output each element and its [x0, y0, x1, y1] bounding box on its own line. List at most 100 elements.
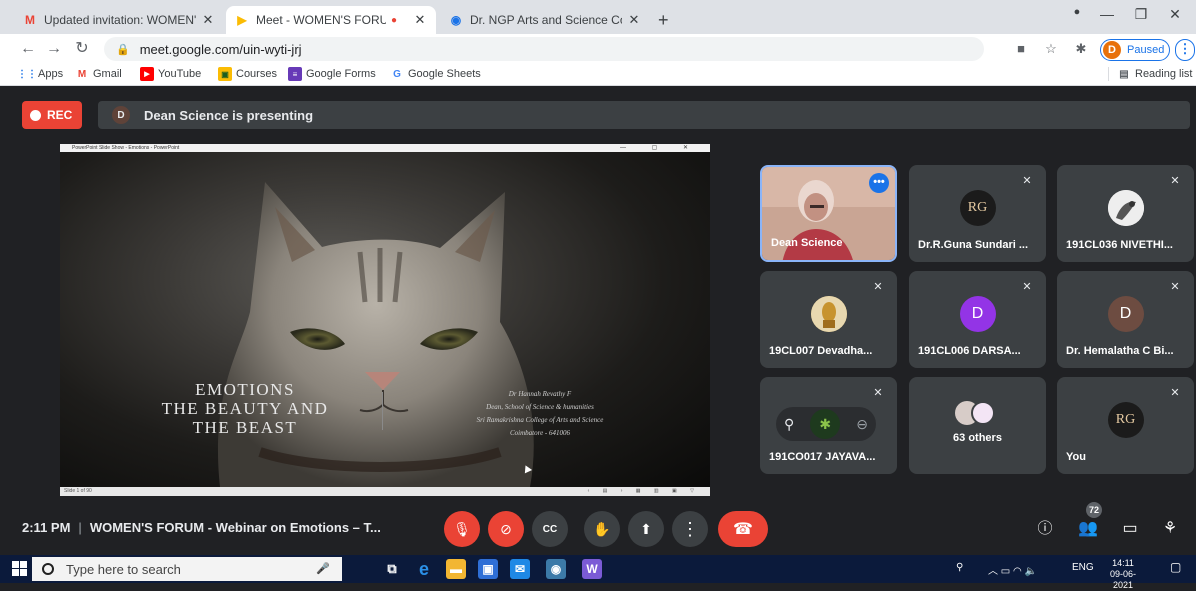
participant-name: Dr.R.Guna Sundari ...: [918, 239, 1029, 251]
participant-tile-you[interactable]: ✕ RG You: [1057, 377, 1194, 474]
bookmark-label: Google Forms: [306, 68, 376, 80]
restore-button[interactable]: ❐: [1124, 6, 1158, 28]
tab-strip: M Updated invitation: WOMEN'S FC ✕ ▶ Mee…: [0, 0, 1196, 34]
participant-count-badge: 72: [1086, 502, 1102, 518]
reload-icon[interactable]: ↻: [72, 39, 92, 59]
apps-icon: ⋮⋮: [17, 68, 37, 80]
reading-list-icon: ▤: [1119, 68, 1129, 80]
mic-off-icon: ✕: [873, 387, 883, 399]
mic-off-icon: ✕: [1170, 281, 1180, 293]
tile-hover-controls: ⚲ ✱ ⊖: [776, 407, 876, 441]
slide-title-line: THE BEAUTY AND: [161, 399, 329, 418]
url-input[interactable]: 🔒 meet.google.com/uin-wyti-jrj: [104, 37, 984, 61]
store-icon[interactable]: ▣: [478, 559, 498, 579]
close-tab-icon[interactable]: ✕: [412, 12, 428, 28]
reading-list-button[interactable]: ▤ Reading list: [1108, 67, 1192, 81]
close-window-button[interactable]: ✕: [1158, 6, 1192, 28]
new-tab-button[interactable]: +: [654, 6, 678, 34]
edge-icon[interactable]: e: [414, 559, 434, 579]
pin-icon[interactable]: ⚲: [784, 416, 794, 433]
mic-toggle-button[interactable]: 🎙: [444, 511, 480, 547]
avatar-photo: [1107, 189, 1144, 226]
raise-hand-button[interactable]: ✋: [584, 511, 620, 547]
others-count: 63 others: [953, 432, 1002, 444]
bookmark-courses[interactable]: ▣ Courses: [218, 67, 277, 81]
chat-icon: ▭: [1122, 520, 1138, 537]
people-tray-icon[interactable]: ⚲: [956, 562, 963, 573]
app-icon[interactable]: W: [582, 559, 602, 579]
people-button[interactable]: 👥: [1076, 517, 1100, 541]
participant-tile-nivethi[interactable]: ✕ 191CL036 NIVETHI...: [1057, 165, 1194, 262]
profile-icon[interactable]: ●: [1060, 6, 1094, 28]
meeting-details-button[interactable]: ⓘ: [1033, 517, 1057, 541]
avatar-photo: ✱: [810, 409, 841, 439]
file-explorer-icon[interactable]: ▬: [446, 559, 466, 579]
participant-name: 19CL007 Devadha...: [769, 345, 873, 357]
ppt-view-icons: ‹ ▤ › ▦ ▥ ▣ ▽: [587, 488, 700, 494]
shared-screen: PowerPoint Slide Show - Emotions - Power…: [60, 144, 710, 496]
activities-button[interactable]: ⚘: [1158, 517, 1182, 541]
participant-tile-hemalatha[interactable]: ✕ D Dr. Hemalatha C Bi...: [1057, 271, 1194, 368]
avatar: D: [1103, 41, 1121, 59]
tab-title: Meet - WOMEN'S FORUM -: [256, 13, 386, 27]
participant-tile-guna-sundari[interactable]: ✕ RG Dr.R.Guna Sundari ...: [909, 165, 1046, 262]
forward-icon[interactable]: →: [44, 39, 64, 59]
browser-menu-icon[interactable]: ⋮: [1175, 39, 1195, 61]
avatar: D: [959, 295, 996, 332]
extensions-icon[interactable]: ✱: [1072, 41, 1090, 59]
tab-meet[interactable]: ▶ Meet - WOMEN'S FORUM - ● ✕: [226, 6, 436, 34]
credit-line: Dean, School of Science & humanities: [486, 403, 594, 411]
recording-indicator[interactable]: REC: [22, 101, 82, 129]
presenting-text: Dean Science is presenting: [144, 107, 314, 123]
star-icon[interactable]: ☆: [1042, 41, 1060, 59]
avatar: D: [1107, 295, 1144, 332]
remove-icon[interactable]: ⊖: [856, 416, 868, 433]
chat-button[interactable]: ▭: [1118, 517, 1142, 541]
taskbar-clock[interactable]: 14:11 09-06-2021: [1100, 558, 1146, 591]
mic-off-icon: 🎙: [453, 520, 471, 537]
participant-tile-darsa[interactable]: ✕ D 191CL006 DARSA...: [909, 271, 1046, 368]
close-tab-icon[interactable]: ✕: [200, 12, 216, 28]
slide-title-line: EMOTIONS: [195, 380, 295, 399]
meet-icon: ▶: [237, 13, 247, 27]
language-indicator[interactable]: ENG: [1072, 562, 1094, 573]
participant-tile-dean-science[interactable]: ••• Dean Science: [760, 165, 897, 262]
task-view-icon[interactable]: ⧉: [382, 559, 402, 579]
microphone-icon[interactable]: 🎤: [316, 562, 330, 575]
slide-credits: Dr Hannah Revathy F Dean, School of Scie…: [440, 388, 640, 440]
notifications-icon[interactable]: ▢: [1170, 560, 1181, 574]
participant-tile-jayava[interactable]: ✕ ⚲ ✱ ⊖ 191CO017 JAYAVA...: [760, 377, 897, 474]
camera-toggle-button[interactable]: ⊘: [488, 511, 524, 547]
minimize-button[interactable]: —: [1090, 6, 1124, 28]
back-icon[interactable]: ←: [18, 39, 38, 59]
bookmarks-bar: ⋮⋮ Apps M Gmail ▶ YouTube ▣ Courses ≡ Go…: [0, 64, 1196, 86]
captions-button[interactable]: CC: [532, 511, 568, 547]
participant-tile-others[interactable]: 63 others: [909, 377, 1046, 474]
bookmark-google-forms[interactable]: ≡ Google Forms: [288, 67, 376, 81]
close-tab-icon[interactable]: ✕: [626, 12, 642, 28]
google-icon: G: [393, 68, 401, 80]
mail-icon[interactable]: ✉: [510, 559, 530, 579]
windows-start-icon[interactable]: [12, 561, 28, 577]
bookmark-apps[interactable]: ⋮⋮ Apps: [17, 67, 63, 81]
present-button[interactable]: ⬆: [628, 511, 664, 547]
more-options-icon[interactable]: •••: [869, 173, 889, 193]
bookmark-youtube[interactable]: ▶ YouTube: [140, 67, 201, 81]
mic-off-icon: ✕: [1022, 175, 1032, 187]
courses-icon: ▣: [218, 67, 232, 81]
participant-tile-devadha[interactable]: ✕ 19CL007 Devadha...: [760, 271, 897, 368]
info-icon: ⓘ: [1037, 520, 1053, 537]
bookmark-gmail[interactable]: M Gmail: [75, 67, 122, 81]
tray-icons[interactable]: ︿ ▭ ◠ 🔈: [988, 562, 1037, 577]
avatar-image: [1107, 189, 1144, 226]
bookmark-google-sheets[interactable]: G Google Sheets: [390, 67, 481, 81]
tab-gmail-invitation[interactable]: M Updated invitation: WOMEN'S FC ✕: [14, 6, 224, 34]
taskbar-search-input[interactable]: Type here to search 🎤: [32, 557, 342, 581]
leave-call-button[interactable]: ☎: [718, 511, 768, 547]
camera-icon[interactable]: ■: [1012, 41, 1030, 59]
tab-ngp-college[interactable]: ◉ Dr. NGP Arts and Science College ✕: [440, 6, 650, 34]
profile-paused-button[interactable]: D Paused: [1100, 39, 1170, 61]
separator: |: [78, 520, 82, 535]
more-options-button[interactable]: ⋮: [672, 511, 708, 547]
chrome-icon[interactable]: ◉: [546, 559, 566, 579]
